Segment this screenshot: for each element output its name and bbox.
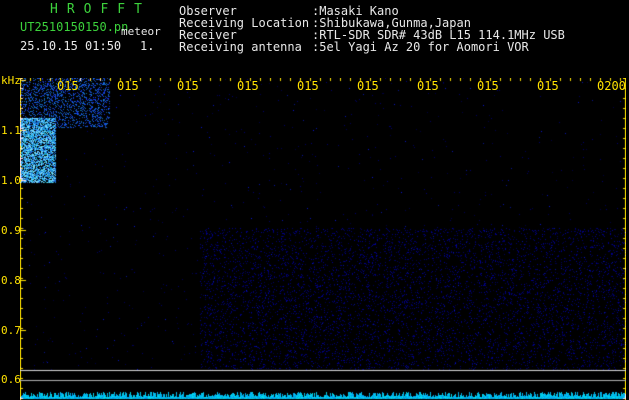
antenna-label: Receiving antenna — [179, 40, 302, 54]
event-type: meteor — [121, 25, 161, 38]
observation-datetime: 25.10.15 01:50 — [20, 39, 122, 53]
freq-unit-label: kHz — [1, 74, 21, 87]
time-tick-label: 015 — [477, 79, 499, 93]
freq-tick-label: 0.7 — [1, 324, 21, 337]
freq-tick-label: 0.6 — [1, 373, 21, 386]
time-tick-label: 0200 — [597, 79, 626, 93]
observation-index: 1. — [140, 39, 155, 53]
time-tick-label: 015 — [537, 79, 559, 93]
freq-tick-label: 1.1 — [1, 124, 21, 137]
antenna-value: :5el Yagi Az 20 for Aomori VOR — [312, 40, 529, 54]
time-tick-label: 015 — [237, 79, 259, 93]
time-tick-label: 015 — [417, 79, 439, 93]
freq-tick-label: 0.8 — [1, 274, 21, 287]
time-tick-label: 015 — [177, 79, 199, 93]
spectrogram-plot — [20, 78, 626, 400]
time-tick-label: 015 — [297, 79, 319, 93]
file-name: UT2510150150.pn — [20, 20, 129, 34]
time-tick-label: 015 — [117, 79, 139, 93]
freq-tick-label: 0.9 — [1, 224, 21, 237]
app-brand: HROFFT — [50, 2, 151, 17]
hrofft-spectrogram-window: HROFFT UT2510150150.pn meteor 25.10.15 0… — [0, 0, 629, 400]
time-tick-label: 015 — [357, 79, 379, 93]
time-tick-label: 015 — [57, 79, 79, 93]
freq-tick-label: 1.0 — [1, 174, 21, 187]
